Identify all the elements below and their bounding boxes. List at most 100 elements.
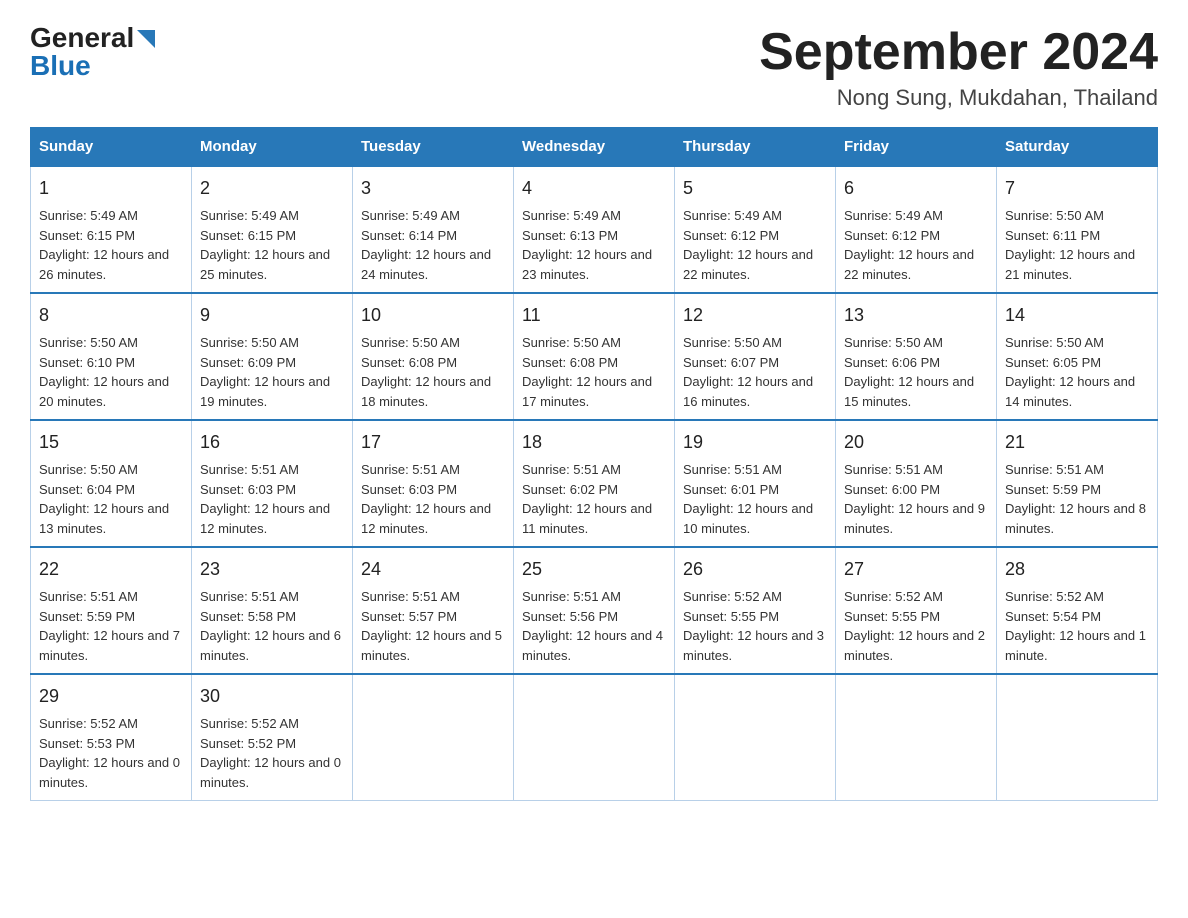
calendar-cell: 13 Sunrise: 5:50 AM Sunset: 6:06 PM Dayl… — [836, 293, 997, 420]
day-number: 15 — [39, 429, 183, 456]
day-info: Sunrise: 5:52 AM Sunset: 5:54 PM Dayligh… — [1005, 587, 1149, 665]
calendar-cell: 11 Sunrise: 5:50 AM Sunset: 6:08 PM Dayl… — [514, 293, 675, 420]
page-subtitle: Nong Sung, Mukdahan, Thailand — [759, 85, 1158, 111]
day-number: 12 — [683, 302, 827, 329]
header-friday: Friday — [836, 128, 997, 167]
calendar-cell — [836, 674, 997, 801]
day-info: Sunrise: 5:49 AM Sunset: 6:15 PM Dayligh… — [39, 206, 183, 284]
calendar-cell: 26 Sunrise: 5:52 AM Sunset: 5:55 PM Dayl… — [675, 547, 836, 674]
day-number: 1 — [39, 175, 183, 202]
calendar-header-row: Sunday Monday Tuesday Wednesday Thursday… — [31, 128, 1158, 167]
day-info: Sunrise: 5:50 AM Sunset: 6:07 PM Dayligh… — [683, 333, 827, 411]
day-info: Sunrise: 5:51 AM Sunset: 6:03 PM Dayligh… — [200, 460, 344, 538]
day-info: Sunrise: 5:50 AM Sunset: 6:06 PM Dayligh… — [844, 333, 988, 411]
calendar-cell: 4 Sunrise: 5:49 AM Sunset: 6:13 PM Dayli… — [514, 166, 675, 293]
calendar-cell: 20 Sunrise: 5:51 AM Sunset: 6:00 PM Dayl… — [836, 420, 997, 547]
day-number: 30 — [200, 683, 344, 710]
calendar-cell — [514, 674, 675, 801]
day-info: Sunrise: 5:50 AM Sunset: 6:10 PM Dayligh… — [39, 333, 183, 411]
calendar-cell: 28 Sunrise: 5:52 AM Sunset: 5:54 PM Dayl… — [997, 547, 1158, 674]
day-info: Sunrise: 5:49 AM Sunset: 6:15 PM Dayligh… — [200, 206, 344, 284]
day-info: Sunrise: 5:50 AM Sunset: 6:04 PM Dayligh… — [39, 460, 183, 538]
day-info: Sunrise: 5:50 AM Sunset: 6:08 PM Dayligh… — [361, 333, 505, 411]
calendar-cell: 18 Sunrise: 5:51 AM Sunset: 6:02 PM Dayl… — [514, 420, 675, 547]
day-number: 3 — [361, 175, 505, 202]
calendar-cell: 7 Sunrise: 5:50 AM Sunset: 6:11 PM Dayli… — [997, 166, 1158, 293]
calendar-cell — [997, 674, 1158, 801]
calendar-cell: 10 Sunrise: 5:50 AM Sunset: 6:08 PM Dayl… — [353, 293, 514, 420]
page-title: September 2024 — [759, 24, 1158, 81]
calendar-cell: 1 Sunrise: 5:49 AM Sunset: 6:15 PM Dayli… — [31, 166, 192, 293]
calendar-week-row: 15 Sunrise: 5:50 AM Sunset: 6:04 PM Dayl… — [31, 420, 1158, 547]
day-info: Sunrise: 5:52 AM Sunset: 5:55 PM Dayligh… — [683, 587, 827, 665]
calendar-cell: 12 Sunrise: 5:50 AM Sunset: 6:07 PM Dayl… — [675, 293, 836, 420]
day-number: 24 — [361, 556, 505, 583]
calendar-cell: 29 Sunrise: 5:52 AM Sunset: 5:53 PM Dayl… — [31, 674, 192, 801]
day-number: 7 — [1005, 175, 1149, 202]
logo-triangle-icon — [137, 30, 155, 48]
calendar-cell: 23 Sunrise: 5:51 AM Sunset: 5:58 PM Dayl… — [192, 547, 353, 674]
day-number: 11 — [522, 302, 666, 329]
logo-blue: Blue — [30, 52, 91, 80]
day-number: 5 — [683, 175, 827, 202]
day-number: 18 — [522, 429, 666, 456]
day-number: 14 — [1005, 302, 1149, 329]
day-info: Sunrise: 5:52 AM Sunset: 5:53 PM Dayligh… — [39, 714, 183, 792]
day-number: 8 — [39, 302, 183, 329]
day-number: 23 — [200, 556, 344, 583]
day-info: Sunrise: 5:51 AM Sunset: 5:59 PM Dayligh… — [1005, 460, 1149, 538]
day-info: Sunrise: 5:50 AM Sunset: 6:08 PM Dayligh… — [522, 333, 666, 411]
calendar-week-row: 22 Sunrise: 5:51 AM Sunset: 5:59 PM Dayl… — [31, 547, 1158, 674]
calendar-cell: 25 Sunrise: 5:51 AM Sunset: 5:56 PM Dayl… — [514, 547, 675, 674]
day-info: Sunrise: 5:49 AM Sunset: 6:12 PM Dayligh… — [683, 206, 827, 284]
day-number: 28 — [1005, 556, 1149, 583]
logo-general: General — [30, 24, 134, 52]
calendar-cell — [675, 674, 836, 801]
day-number: 25 — [522, 556, 666, 583]
calendar-week-row: 1 Sunrise: 5:49 AM Sunset: 6:15 PM Dayli… — [31, 166, 1158, 293]
day-info: Sunrise: 5:51 AM Sunset: 5:59 PM Dayligh… — [39, 587, 183, 665]
day-number: 20 — [844, 429, 988, 456]
day-number: 29 — [39, 683, 183, 710]
calendar-cell: 5 Sunrise: 5:49 AM Sunset: 6:12 PM Dayli… — [675, 166, 836, 293]
calendar-cell: 21 Sunrise: 5:51 AM Sunset: 5:59 PM Dayl… — [997, 420, 1158, 547]
day-info: Sunrise: 5:50 AM Sunset: 6:05 PM Dayligh… — [1005, 333, 1149, 411]
day-number: 27 — [844, 556, 988, 583]
header-wednesday: Wednesday — [514, 128, 675, 167]
calendar-cell: 3 Sunrise: 5:49 AM Sunset: 6:14 PM Dayli… — [353, 166, 514, 293]
calendar-cell: 24 Sunrise: 5:51 AM Sunset: 5:57 PM Dayl… — [353, 547, 514, 674]
day-number: 16 — [200, 429, 344, 456]
calendar-cell: 14 Sunrise: 5:50 AM Sunset: 6:05 PM Dayl… — [997, 293, 1158, 420]
header-sunday: Sunday — [31, 128, 192, 167]
day-info: Sunrise: 5:51 AM Sunset: 6:00 PM Dayligh… — [844, 460, 988, 538]
calendar-cell: 19 Sunrise: 5:51 AM Sunset: 6:01 PM Dayl… — [675, 420, 836, 547]
day-info: Sunrise: 5:51 AM Sunset: 6:03 PM Dayligh… — [361, 460, 505, 538]
day-info: Sunrise: 5:49 AM Sunset: 6:12 PM Dayligh… — [844, 206, 988, 284]
calendar-cell — [353, 674, 514, 801]
day-number: 2 — [200, 175, 344, 202]
day-number: 13 — [844, 302, 988, 329]
day-number: 26 — [683, 556, 827, 583]
day-info: Sunrise: 5:52 AM Sunset: 5:52 PM Dayligh… — [200, 714, 344, 792]
header-saturday: Saturday — [997, 128, 1158, 167]
title-block: September 2024 Nong Sung, Mukdahan, Thai… — [759, 24, 1158, 111]
day-number: 10 — [361, 302, 505, 329]
day-number: 21 — [1005, 429, 1149, 456]
day-number: 19 — [683, 429, 827, 456]
calendar-cell: 27 Sunrise: 5:52 AM Sunset: 5:55 PM Dayl… — [836, 547, 997, 674]
header-monday: Monday — [192, 128, 353, 167]
day-number: 22 — [39, 556, 183, 583]
day-info: Sunrise: 5:51 AM Sunset: 5:56 PM Dayligh… — [522, 587, 666, 665]
calendar-week-row: 29 Sunrise: 5:52 AM Sunset: 5:53 PM Dayl… — [31, 674, 1158, 801]
day-info: Sunrise: 5:51 AM Sunset: 6:01 PM Dayligh… — [683, 460, 827, 538]
day-info: Sunrise: 5:49 AM Sunset: 6:14 PM Dayligh… — [361, 206, 505, 284]
calendar-cell: 15 Sunrise: 5:50 AM Sunset: 6:04 PM Dayl… — [31, 420, 192, 547]
day-info: Sunrise: 5:50 AM Sunset: 6:11 PM Dayligh… — [1005, 206, 1149, 284]
day-number: 4 — [522, 175, 666, 202]
day-info: Sunrise: 5:51 AM Sunset: 5:58 PM Dayligh… — [200, 587, 344, 665]
calendar-cell: 6 Sunrise: 5:49 AM Sunset: 6:12 PM Dayli… — [836, 166, 997, 293]
calendar-week-row: 8 Sunrise: 5:50 AM Sunset: 6:10 PM Dayli… — [31, 293, 1158, 420]
page-header: General Blue September 2024 Nong Sung, M… — [30, 24, 1158, 111]
calendar-cell: 17 Sunrise: 5:51 AM Sunset: 6:03 PM Dayl… — [353, 420, 514, 547]
calendar-cell: 16 Sunrise: 5:51 AM Sunset: 6:03 PM Dayl… — [192, 420, 353, 547]
